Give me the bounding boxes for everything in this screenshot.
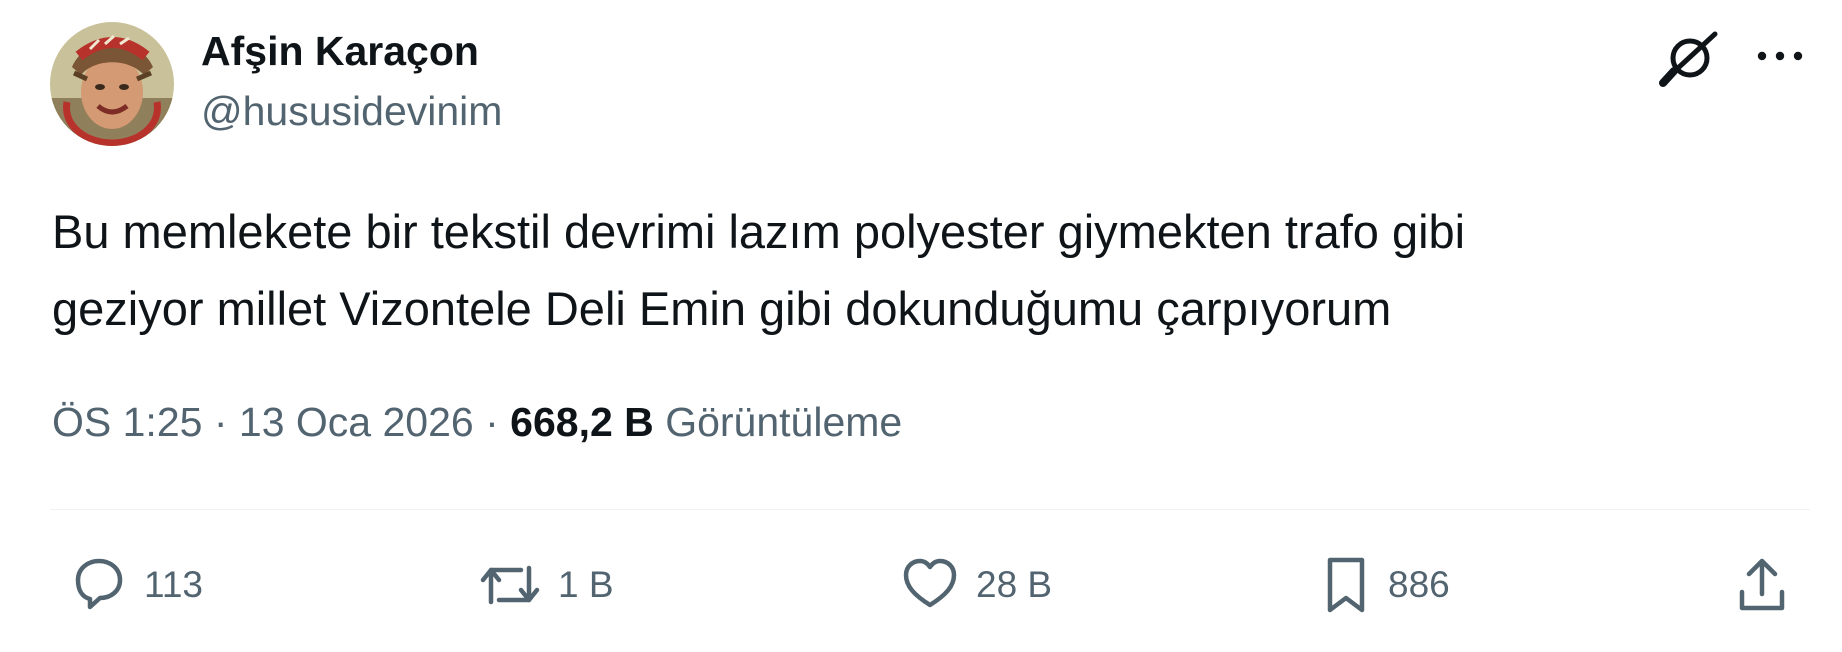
avatar[interactable] <box>50 22 174 146</box>
retweet-count: 1 B <box>558 564 614 605</box>
top-actions <box>1602 28 1842 88</box>
bookmark-icon <box>1318 552 1374 618</box>
like-button[interactable]: 28 B <box>898 552 1052 618</box>
share-icon <box>1732 552 1792 618</box>
reply-icon <box>66 552 130 618</box>
divider <box>50 509 1810 510</box>
author-handle[interactable]: @hususidevinim <box>201 86 502 136</box>
tweet-actions: 113 1 B 28 B 886 <box>0 552 1842 618</box>
reply-count: 113 <box>144 564 203 605</box>
tweet-date[interactable]: 13 Oca 2026 <box>239 399 474 445</box>
tweet-meta: ÖS 1:25 · 13 Oca 2026 · 668,2 B Görüntül… <box>52 394 902 450</box>
more-icon[interactable] <box>1752 38 1808 74</box>
share-button[interactable] <box>1732 552 1792 618</box>
bookmark-button[interactable]: 886 <box>1318 552 1450 618</box>
meta-separator: · <box>485 399 499 445</box>
author-names: Afşin Karaçon @hususidevinim <box>201 26 502 136</box>
tweet-text: Bu memlekete bir tekstil devrimi lazım p… <box>52 205 1466 335</box>
heart-icon <box>898 552 962 618</box>
retweet-icon <box>476 552 544 618</box>
avatar-image <box>50 22 174 146</box>
tweet-time[interactable]: ÖS 1:25 <box>52 399 202 445</box>
author-display-name[interactable]: Afşin Karaçon <box>201 26 502 76</box>
meta-separator: · <box>213 399 228 445</box>
grok-icon[interactable] <box>1659 28 1721 88</box>
retweet-button[interactable]: 1 B <box>476 552 614 618</box>
reply-button[interactable]: 113 <box>66 552 203 618</box>
like-count: 28 B <box>976 564 1053 605</box>
tweet-card: Afşin Karaçon @hususidevinim Bu memleket… <box>0 0 1842 652</box>
bookmark-count: 886 <box>1388 564 1450 605</box>
tweet-header: Afşin Karaçon @hususidevinim <box>50 22 502 146</box>
views-count[interactable]: 668,2 B <box>510 399 654 445</box>
views-label[interactable]: Görüntüleme <box>665 399 902 445</box>
